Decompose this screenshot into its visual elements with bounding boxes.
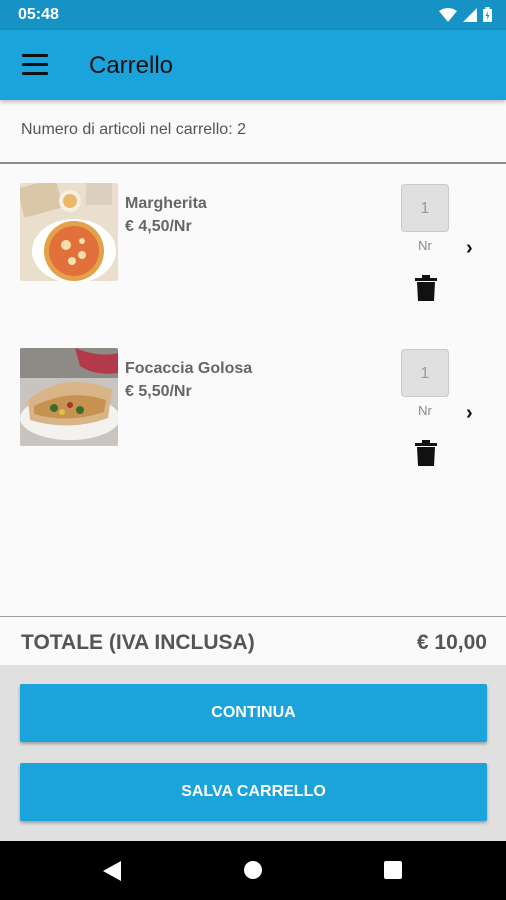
chevron-right-icon[interactable]: › bbox=[466, 402, 473, 425]
cart-item: Focaccia Golosa € 5,50/Nr 1 Nr › bbox=[0, 348, 506, 468]
recent-apps-icon[interactable] bbox=[384, 861, 402, 879]
product-image-focaccia bbox=[20, 348, 118, 446]
total-label: TOTALE (IVA INCLUSA) bbox=[21, 631, 255, 654]
footer-actions: CONTINUA SALVA CARRELLO bbox=[0, 665, 506, 841]
status-icons bbox=[439, 7, 492, 22]
save-cart-button[interactable]: SALVA CARRELLO bbox=[20, 763, 487, 821]
quantity-unit: Nr bbox=[418, 403, 432, 418]
wifi-icon bbox=[439, 7, 457, 22]
chevron-right-icon[interactable]: › bbox=[466, 237, 473, 260]
home-icon[interactable] bbox=[244, 861, 262, 879]
product-name: Focaccia Golosa bbox=[125, 360, 253, 377]
cart-item: Margherita € 4,50/Nr 1 Nr › bbox=[0, 183, 506, 303]
status-time: 05:48 bbox=[18, 6, 59, 23]
trash-icon[interactable] bbox=[415, 275, 437, 301]
status-bar: 05:48 bbox=[0, 0, 506, 30]
total-row: TOTALE (IVA INCLUSA) € 10,00 bbox=[0, 617, 506, 665]
signal-icon bbox=[463, 7, 477, 22]
app-bar: Carrello bbox=[0, 30, 506, 100]
page-title: Carrello bbox=[89, 52, 174, 79]
product-price: € 5,50/Nr bbox=[125, 383, 192, 400]
cart-item-count: Numero di articoli nel carrello: 2 bbox=[21, 121, 246, 138]
product-image-margherita bbox=[20, 183, 118, 281]
product-price: € 4,50/Nr bbox=[125, 218, 192, 235]
continue-button[interactable]: CONTINUA bbox=[20, 684, 487, 742]
product-name: Margherita bbox=[125, 195, 207, 212]
divider bbox=[0, 162, 506, 164]
quantity-unit: Nr bbox=[418, 238, 432, 253]
quantity-field[interactable]: 1 bbox=[401, 184, 449, 232]
trash-icon[interactable] bbox=[415, 440, 437, 466]
total-value: € 10,00 bbox=[416, 631, 487, 654]
hamburger-menu-icon[interactable] bbox=[22, 54, 48, 76]
back-icon[interactable] bbox=[103, 861, 121, 881]
navigation-bar bbox=[0, 841, 506, 900]
quantity-field[interactable]: 1 bbox=[401, 349, 449, 397]
battery-icon bbox=[483, 7, 492, 22]
